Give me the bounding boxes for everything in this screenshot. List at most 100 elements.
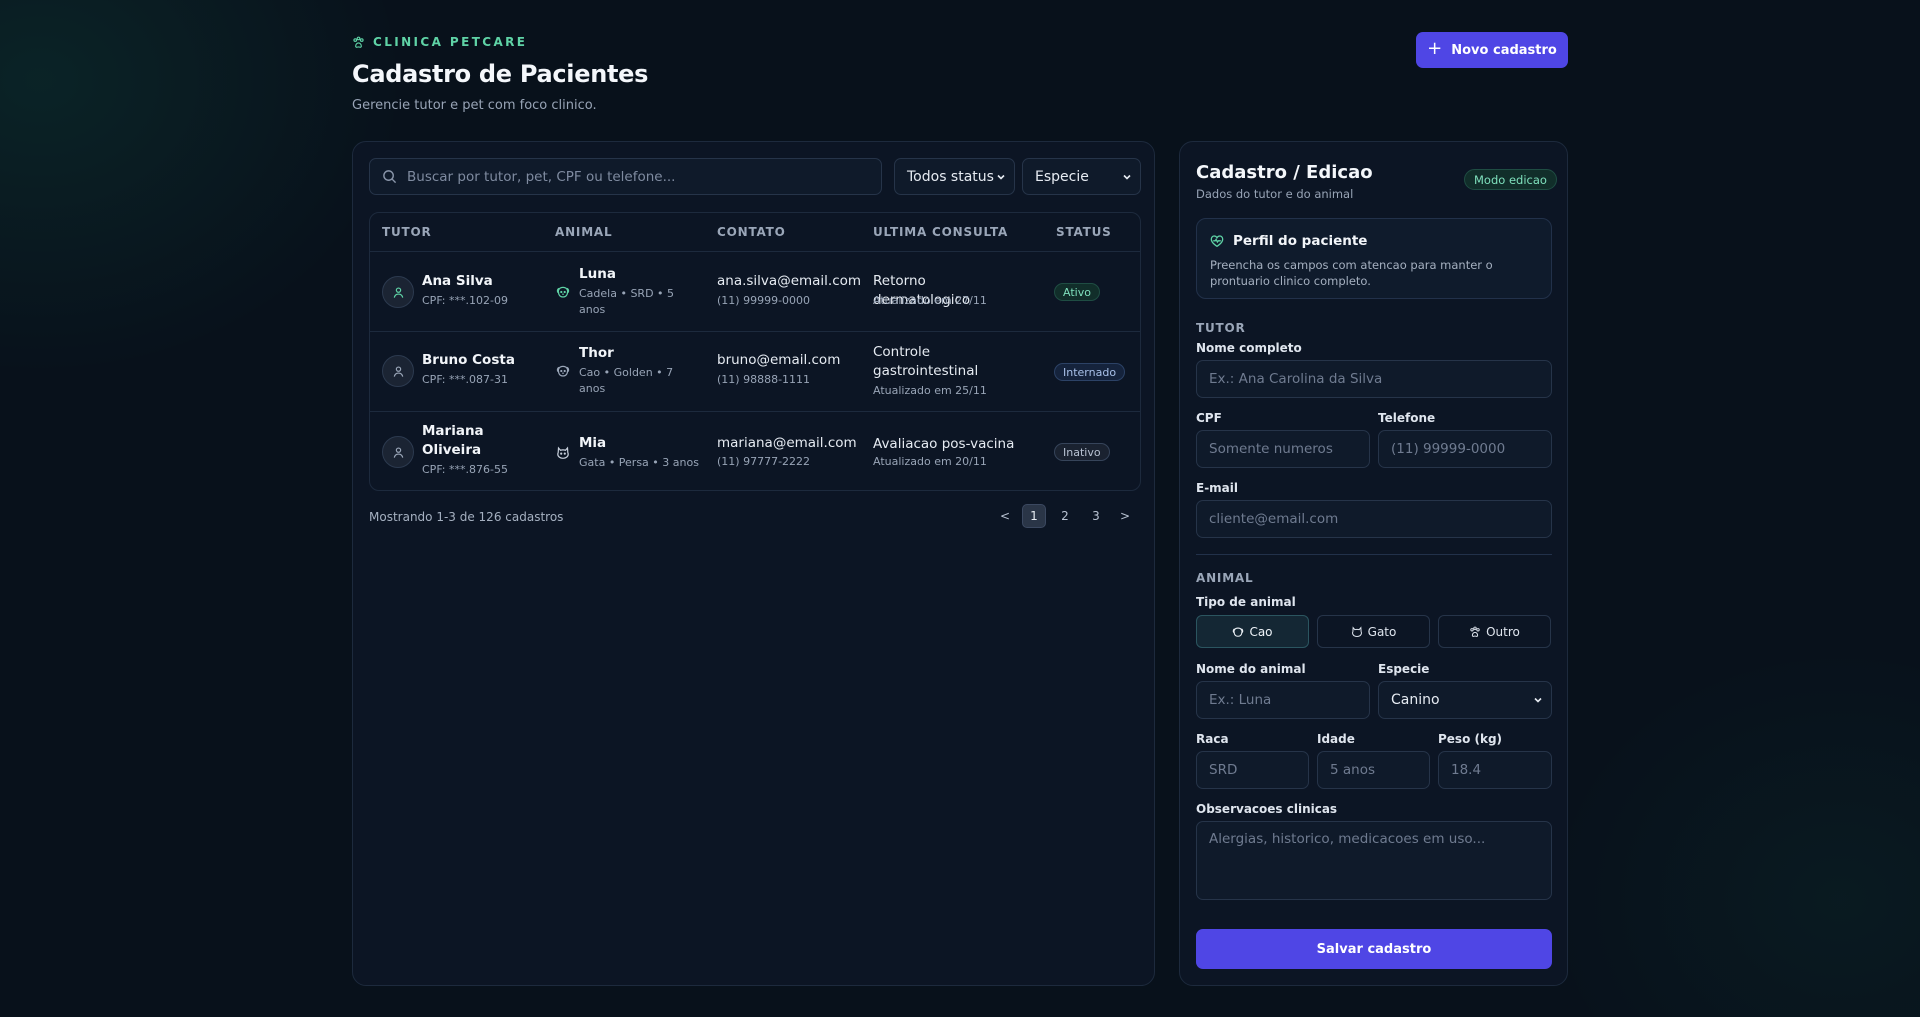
contact-email: bruno@email.com <box>717 352 841 368</box>
weight-field[interactable] <box>1438 751 1552 789</box>
tutor-section-heading: TUTOR <box>1196 321 1246 335</box>
age-input[interactable] <box>1330 752 1421 788</box>
phone-label: Telefone <box>1378 411 1436 425</box>
patient-form-panel: Cadastro / Edicao Dados do tutor e do an… <box>1179 141 1568 986</box>
animal-type-label: Tipo de animal <box>1196 595 1296 609</box>
last-visit-date: Atualizado em 25/11 <box>873 384 987 397</box>
status-badge: Ativo <box>1054 283 1100 301</box>
species-label: Especie <box>1378 662 1430 676</box>
breed-label: Raca <box>1196 732 1229 746</box>
tutor-name: Bruno Costa <box>422 352 515 368</box>
animal-type-other-label: Outro <box>1486 624 1520 639</box>
animal-type-cat-button[interactable]: Gato <box>1317 615 1430 648</box>
brand: CLINICA PETCARE <box>352 35 527 49</box>
new-record-button[interactable]: + Novo cadastro <box>1416 32 1568 68</box>
animal-type-other-button[interactable]: Outro <box>1438 615 1551 648</box>
breed-field[interactable] <box>1196 751 1309 789</box>
animal-name-input[interactable] <box>1209 682 1361 718</box>
table-row[interactable]: Mariana Oliveira CPF: ***.876-55 Mia Gat… <box>370 411 1140 490</box>
column-header-last-visit: ULTIMA CONSULTA <box>873 225 1009 239</box>
paw-icon <box>1470 626 1480 637</box>
table-header: TUTOR ANIMAL CONTATO ULTIMA CONSULTA STA… <box>370 213 1140 251</box>
species-filter-value: Especie <box>1035 168 1089 185</box>
weight-input[interactable] <box>1451 752 1543 788</box>
status-badge: Inativo <box>1054 443 1110 461</box>
table-row[interactable]: Ana Silva CPF: ***.102-09 Luna Cadela • … <box>370 251 1140 331</box>
patient-list-panel: Todos status Especie TUTOR ANIMAL CONTAT… <box>352 141 1155 986</box>
species-filter-select[interactable]: Especie <box>1022 158 1141 195</box>
patient-profile-card: Perfil do paciente Preencha os campos co… <box>1196 218 1552 299</box>
status-filter-value: Todos status <box>907 168 994 185</box>
email-label: E-mail <box>1196 481 1239 495</box>
table-row[interactable]: Bruno Costa CPF: ***.087-31 Thor Cao • G… <box>370 331 1140 411</box>
tutor-cpf: CPF: ***.087-31 <box>422 373 508 386</box>
tutor-name: Ana Silva <box>422 273 493 289</box>
cpf-field[interactable] <box>1196 430 1370 468</box>
full-name-label: Nome completo <box>1196 341 1302 355</box>
profile-title: Perfil do paciente <box>1233 233 1368 249</box>
page-button-3[interactable]: 3 <box>1084 504 1108 528</box>
breed-input[interactable] <box>1209 752 1300 788</box>
heart-pulse-icon <box>1210 235 1224 248</box>
clinical-notes-label: Observacoes clinicas <box>1196 802 1338 816</box>
last-visit-date: Atualizado em 27/11 <box>873 294 987 307</box>
last-visit-title: Controle gastrointestinal <box>873 344 979 379</box>
column-header-status: STATUS <box>1056 225 1112 239</box>
status-filter-select[interactable]: Todos status <box>894 158 1015 195</box>
age-field[interactable] <box>1317 751 1430 789</box>
results-summary: Mostrando 1-3 de 126 cadastros <box>369 510 564 524</box>
pet-details: Cadela • SRD • 5 anos <box>579 287 675 316</box>
animal-type-dog-button[interactable]: Cao <box>1196 615 1309 648</box>
pet-name: Luna <box>579 266 616 282</box>
chevron-down-icon <box>997 174 1005 180</box>
section-divider <box>1196 554 1552 555</box>
contact-email: mariana@email.com <box>717 435 857 451</box>
contact-email: ana.silva@email.com <box>717 273 862 289</box>
dog-icon <box>1233 627 1244 637</box>
next-page-button[interactable]: > <box>1115 504 1135 528</box>
contact-phone: (11) 99999-0000 <box>717 294 811 307</box>
cpf-input[interactable] <box>1209 431 1361 467</box>
cpf-label: CPF <box>1196 411 1222 425</box>
phone-input[interactable] <box>1391 431 1543 467</box>
species-select[interactable]: Canino <box>1378 681 1552 719</box>
form-subtitle: Dados do tutor e do animal <box>1196 187 1354 201</box>
animal-section-heading: ANIMAL <box>1196 571 1254 585</box>
cat-icon <box>557 446 569 459</box>
search-box[interactable] <box>369 158 882 195</box>
last-visit-date: Atualizado em 20/11 <box>873 455 987 468</box>
avatar <box>382 436 414 468</box>
tutor-cpf: CPF: ***.876-55 <box>422 463 508 476</box>
age-label: Idade <box>1317 732 1355 746</box>
form-title: Cadastro / Edicao <box>1196 162 1373 183</box>
search-input[interactable] <box>407 168 867 185</box>
page-button-2[interactable]: 2 <box>1053 504 1077 528</box>
user-icon <box>393 365 403 377</box>
chevron-down-icon <box>1534 697 1542 703</box>
page-subtitle: Gerencie tutor e pet com foco clinico. <box>352 98 597 113</box>
contact-phone: (11) 98888-1111 <box>717 373 811 386</box>
full-name-input[interactable] <box>1209 361 1543 397</box>
tutor-cpf: CPF: ***.102-09 <box>422 294 508 307</box>
animal-name-label: Nome do animal <box>1196 662 1306 676</box>
email-input[interactable] <box>1209 501 1543 537</box>
clinical-notes-field[interactable] <box>1196 821 1552 900</box>
column-header-contact: CONTATO <box>717 225 786 239</box>
save-button[interactable]: Salvar cadastro <box>1196 929 1552 969</box>
phone-field[interactable] <box>1378 430 1552 468</box>
column-header-tutor: TUTOR <box>382 225 432 239</box>
edit-mode-badge: Modo edicao <box>1464 169 1557 190</box>
animal-name-field[interactable] <box>1196 681 1370 719</box>
pet-name: Thor <box>579 345 614 361</box>
dog-icon <box>556 286 570 298</box>
contact-phone: (11) 97777-2222 <box>717 455 811 468</box>
pet-name: Mia <box>579 435 607 451</box>
email-field[interactable] <box>1196 500 1552 538</box>
clinical-notes-textarea[interactable] <box>1209 831 1543 891</box>
page-title: Cadastro de Pacientes <box>352 60 649 88</box>
page-button-1[interactable]: 1 <box>1022 504 1046 528</box>
new-record-label: Novo cadastro <box>1451 42 1557 58</box>
full-name-field[interactable] <box>1196 360 1552 398</box>
animal-type-dog-label: Cao <box>1249 624 1273 639</box>
prev-page-button[interactable]: < <box>995 504 1015 528</box>
